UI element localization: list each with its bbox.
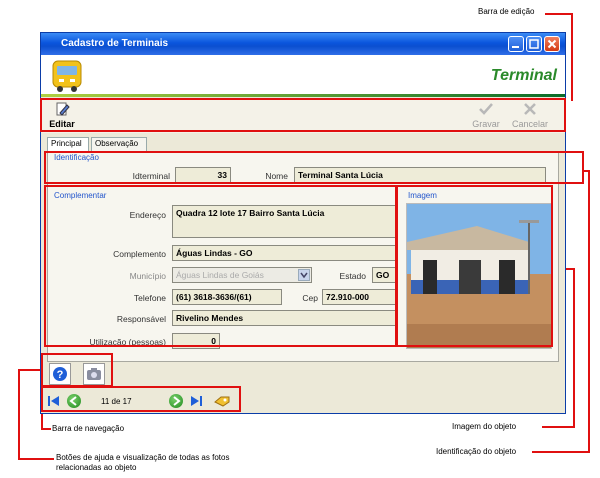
callout-help-photos-label-2: relacionadas ao objeto — [56, 463, 137, 472]
title-bar: Cadastro de Terminais — [41, 33, 565, 55]
callout-help-photos-label-1: Botões de ajuda e visualização de todas … — [56, 453, 230, 462]
minimize-button[interactable] — [508, 36, 524, 52]
callout-help-photos-line-h2 — [18, 458, 54, 460]
callout-identification-line-h — [532, 451, 590, 453]
highlight-image — [396, 185, 553, 347]
callout-toolbar-label: Barra de edição — [478, 7, 535, 16]
highlight-toolbar — [40, 98, 566, 132]
highlight-identification — [44, 151, 584, 184]
minimize-icon — [512, 46, 519, 48]
form-header: Terminal — [41, 55, 565, 97]
maximize-button[interactable] — [526, 36, 542, 52]
highlight-navigation — [41, 386, 241, 412]
header-stripe — [41, 94, 565, 97]
window-title: Cadastro de Terminais — [61, 38, 169, 49]
close-button[interactable] — [544, 36, 560, 52]
highlight-help-photos — [41, 353, 113, 387]
highlight-complementar — [44, 185, 397, 347]
callout-identification-line-v — [588, 170, 590, 453]
callout-help-photos-line-h1 — [18, 369, 42, 371]
callout-identification-line-top — [583, 170, 590, 172]
callout-image-line-v — [573, 268, 575, 428]
maximize-icon — [529, 39, 539, 49]
callout-navigation-line-h — [41, 428, 51, 430]
callout-image-line-h2 — [542, 426, 575, 428]
callout-identification-label: Identificação do objeto — [436, 447, 517, 456]
tab-principal[interactable]: Principal — [47, 137, 89, 152]
callout-image-label: Imagem do objeto — [452, 422, 517, 431]
close-icon — [547, 39, 557, 49]
callout-navigation-label: Barra de navegação — [52, 424, 125, 433]
callout-toolbar-line-h — [545, 13, 573, 15]
tab-observacao[interactable]: Observação — [91, 137, 147, 152]
callout-help-photos-line-v — [18, 369, 20, 460]
header-title: Terminal — [490, 67, 557, 84]
bus-icon — [52, 60, 82, 92]
callout-toolbar-line-v — [571, 13, 573, 101]
